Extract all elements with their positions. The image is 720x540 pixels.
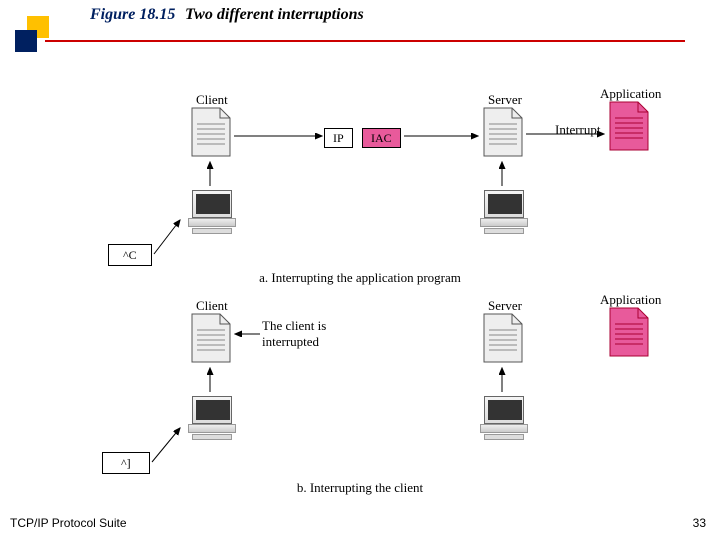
caption-a: a. Interrupting the application program — [0, 270, 720, 286]
page-number: 33 — [693, 516, 706, 530]
footer-book-title: TCP/IP Protocol Suite — [10, 516, 127, 530]
caption-b: b. Interrupting the client — [0, 480, 720, 496]
arrows-a — [0, 100, 720, 270]
arrows-b — [0, 306, 720, 486]
figure-number: Figure 18.15 — [90, 6, 175, 24]
figure-title: Two different interruptions — [185, 6, 364, 24]
